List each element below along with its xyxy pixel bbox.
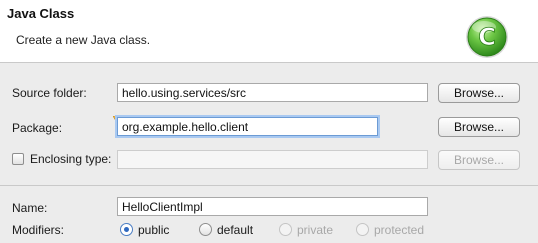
modifier-protected-radio[interactable]: [356, 223, 369, 236]
modifier-public-radio[interactable]: [120, 223, 133, 236]
enclosing-type-label: Enclosing type:: [30, 152, 112, 166]
java-class-logo-icon: C: [466, 16, 508, 58]
modifier-private-label: private: [297, 223, 334, 237]
modifier-public-label: public: [138, 223, 170, 237]
dialog-header: Java Class Create a new Java class. C: [0, 0, 538, 63]
package-label: Package:: [12, 121, 63, 135]
modifier-protected-label: protected: [374, 223, 425, 237]
separator: [0, 185, 538, 186]
logo-letter: C: [478, 23, 496, 51]
source-folder-browse-button[interactable]: Browse...: [438, 83, 520, 103]
modifier-default-radio[interactable]: [199, 223, 212, 236]
modifier-private-radio[interactable]: [279, 223, 292, 236]
enclosing-type-browse-button[interactable]: Browse...: [438, 150, 520, 170]
source-folder-input[interactable]: [117, 83, 428, 102]
modifiers-label: Modifiers:: [12, 223, 65, 237]
dialog-description: Create a new Java class.: [16, 33, 151, 47]
modifier-default-label: default: [217, 223, 254, 237]
class-name-input[interactable]: [117, 197, 428, 216]
package-browse-button[interactable]: Browse...: [438, 117, 520, 137]
name-label: Name:: [12, 201, 48, 215]
package-input[interactable]: [117, 117, 378, 136]
dialog-title: Java Class: [7, 6, 75, 21]
source-folder-label: Source folder:: [12, 86, 87, 100]
enclosing-type-input[interactable]: [117, 150, 428, 169]
enclosing-type-checkbox[interactable]: [12, 153, 24, 165]
